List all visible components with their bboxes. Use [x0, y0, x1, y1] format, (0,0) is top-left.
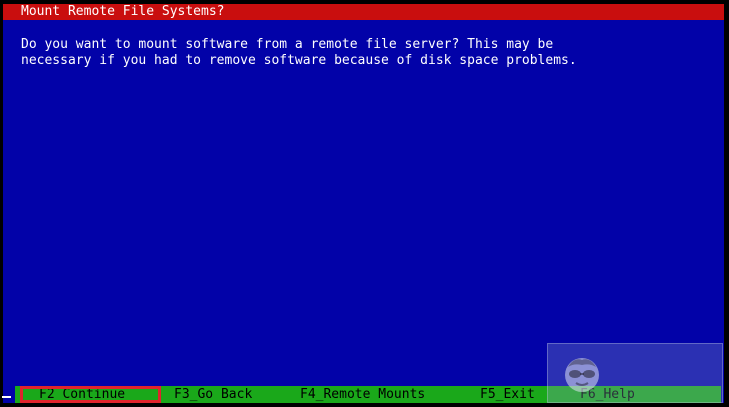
text-cursor — [2, 396, 11, 398]
prompt-message: Do you want to mount software from a rem… — [21, 37, 711, 69]
f2-continue-key[interactable]: F2_Continue — [20, 386, 161, 403]
f5-exit-key[interactable]: F5_Exit — [480, 386, 535, 403]
installer-screen: Mount Remote File Systems? Do you want t… — [3, 4, 724, 403]
f4-remote-mounts-key[interactable]: F4_Remote Mounts — [300, 386, 425, 403]
f3-go-back-key[interactable]: F3_Go Back — [174, 386, 252, 403]
f6-help-key[interactable]: F6_Help — [580, 386, 635, 403]
prompt-line-2: necessary if you had to remove software … — [21, 53, 577, 68]
window-title: Mount Remote File Systems? — [3, 4, 724, 20]
prompt-line-1: Do you want to mount software from a rem… — [21, 37, 554, 52]
